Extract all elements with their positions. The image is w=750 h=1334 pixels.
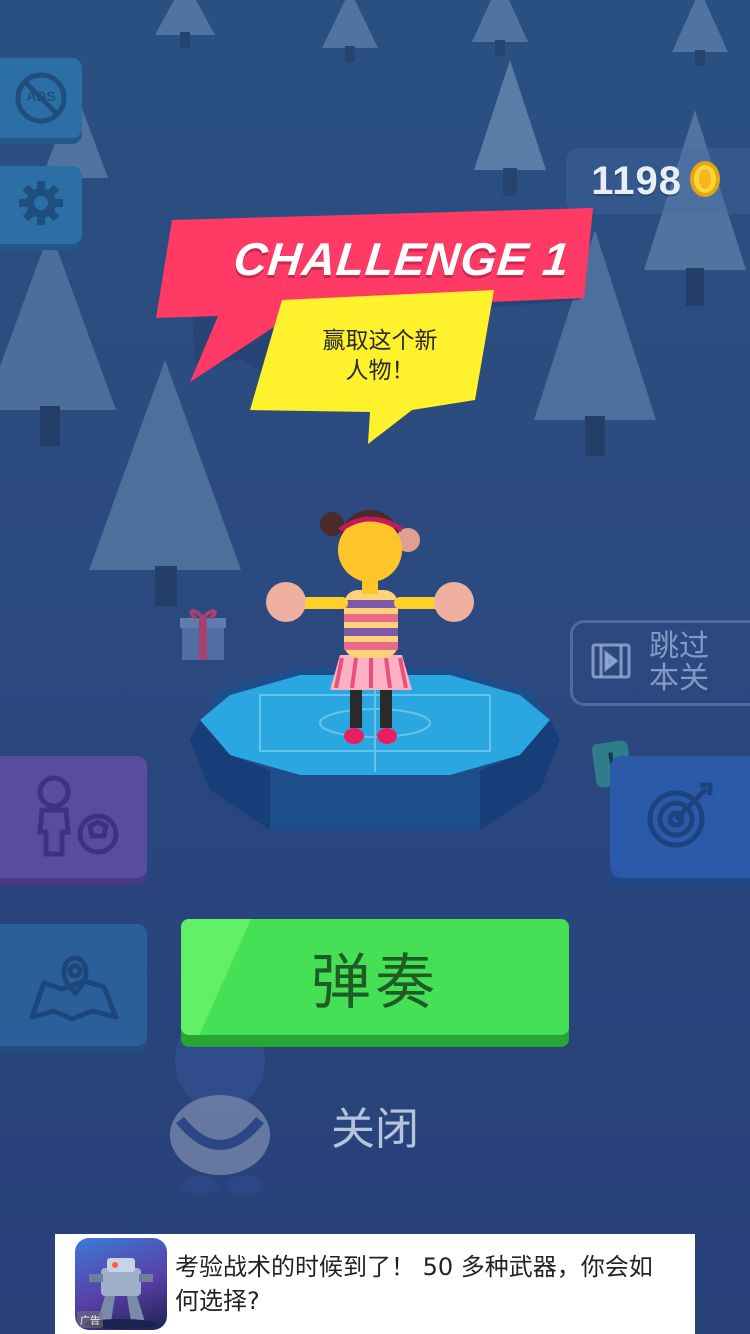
character-ball-icon (24, 770, 124, 865)
ad-text: 考验战术的时候到了！ 50 多种武器，你会如何选择? (175, 1253, 653, 1315)
challenge-subtitle: 赢取这个新人物！ (322, 328, 438, 384)
target-icon (644, 779, 716, 856)
skip-level-button[interactable]: 跳过本关 (570, 620, 750, 706)
film-skip-icon (591, 643, 631, 684)
background-tree (670, 0, 730, 70)
ad-robot-image: 广告 (75, 1238, 167, 1330)
background-tree (470, 60, 550, 200)
no-ads-icon: ADS (14, 71, 68, 125)
character-button[interactable] (0, 756, 147, 878)
gear-icon (17, 179, 65, 232)
map-button[interactable] (0, 924, 147, 1046)
missions-button[interactable] (610, 756, 750, 878)
settings-button[interactable] (0, 166, 82, 244)
close-button[interactable]: 关闭 (300, 1100, 450, 1160)
background-tree (470, 0, 530, 60)
play-button-label: 弹奏 (311, 947, 439, 1018)
background-tree (150, 0, 220, 50)
challenge-title: CHALLENGE 1 (231, 233, 573, 285)
character-platform (190, 510, 560, 830)
ad-banner[interactable]: 广告 考验战术的时候到了！ 50 多种武器，你会如何选择? (55, 1234, 695, 1334)
coin-count: 1198 (591, 158, 682, 203)
remove-ads-button[interactable]: ADS (0, 58, 82, 138)
game-screen: ADS 1198 跳过本关 CHALLENGE 1 赢取这个新人物！ 弹奏 关闭… (0, 0, 750, 1334)
background-tree (320, 0, 380, 65)
play-button[interactable]: 弹奏 (181, 919, 569, 1035)
ad-tag: 广告 (77, 1311, 103, 1328)
no-ads-label: ADS (26, 88, 56, 104)
map-pin-icon (26, 943, 122, 1028)
skip-level-label: 跳过本关 (649, 629, 709, 696)
coin-icon (688, 159, 722, 204)
